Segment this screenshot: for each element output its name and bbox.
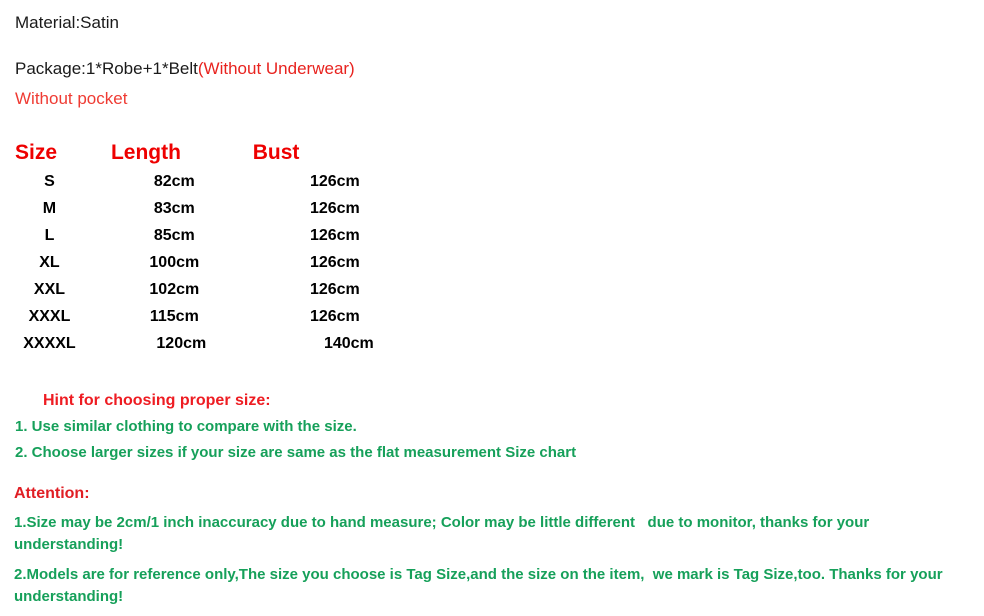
- cell-length: 120cm: [156, 334, 207, 352]
- package-label-black: Package:1*Robe+1*Belt: [15, 59, 198, 78]
- cell-length: 82cm: [153, 172, 195, 190]
- hint-title: Hint for choosing proper size:: [43, 392, 271, 409]
- cell-size: S: [44, 172, 55, 190]
- cell-length: 85cm: [153, 226, 195, 244]
- size-chart-table: Size Length Bust S 82cm 126cm M 83cm 126…: [0, 138, 420, 357]
- hint-item-2: 2. Choose larger sizes if your size are …: [15, 444, 577, 461]
- cell-bust: 126cm: [309, 172, 360, 190]
- cell-length: 83cm: [153, 199, 195, 217]
- cell-size: L: [44, 226, 55, 244]
- cell-bust: 126cm: [309, 253, 360, 271]
- package-note-red: (Without Underwear): [197, 59, 355, 78]
- cell-bust: 126cm: [309, 307, 360, 325]
- cell-bust: 126cm: [309, 199, 360, 217]
- table-row: XXL 102cm 126cm: [0, 276, 420, 303]
- cell-bust: 126cm: [309, 280, 360, 298]
- size-chart-page: Material:Satin Package:1*Robe+1*Belt(Wit…: [0, 0, 984, 616]
- table-row: L 85cm 126cm: [0, 222, 420, 249]
- cell-size: XXL: [33, 280, 66, 298]
- table-row: XXXL 115cm 126cm: [0, 303, 420, 330]
- attention-item-1: 1.Size may be 2cm/1 inch inaccuracy due …: [14, 514, 874, 553]
- table-row: M 83cm 126cm: [0, 195, 420, 222]
- pocket-note: Without pocket: [15, 89, 128, 108]
- hint-item-1: 1. Use similar clothing to compare with …: [15, 418, 357, 435]
- cell-length: 100cm: [149, 253, 200, 271]
- table-row: S 82cm 126cm: [0, 168, 420, 195]
- table-row: XL 100cm 126cm: [0, 249, 420, 276]
- attention-block: Attention: 1.Size may be 2cm/1 inch inac…: [14, 484, 970, 608]
- cell-bust: 126cm: [309, 226, 360, 244]
- hint-block: Hint for choosing proper size: 1. Use si…: [15, 390, 965, 463]
- column-header-length: Length: [110, 141, 181, 164]
- column-header-bust: Bust: [252, 141, 300, 164]
- attention-title: Attention:: [14, 485, 90, 502]
- package-line: Package:1*Robe+1*Belt(Without Underwear): [15, 59, 965, 79]
- cell-length: 115cm: [149, 307, 199, 325]
- size-chart-body: S 82cm 126cm M 83cm 126cm L 85cm 126cm X…: [0, 168, 420, 357]
- size-chart-head: Size Length Bust: [0, 138, 420, 168]
- material-line: Material:Satin: [15, 13, 119, 32]
- column-header-size: Size: [15, 141, 58, 164]
- cell-size: XXXXL: [23, 334, 76, 352]
- table-row: XXXXL 120cm 140cm: [0, 330, 420, 357]
- cell-size: XXXL: [28, 307, 71, 325]
- cell-size: XL: [39, 253, 60, 271]
- attention-item-2: 2.Models are for reference only,The size…: [14, 566, 947, 605]
- cell-length: 102cm: [149, 280, 200, 298]
- cell-size: M: [42, 199, 57, 217]
- cell-bust: 140cm: [323, 334, 374, 352]
- table-header-row: Size Length Bust: [0, 138, 420, 168]
- product-info-block: Material:Satin Package:1*Robe+1*Belt(Wit…: [15, 13, 965, 109]
